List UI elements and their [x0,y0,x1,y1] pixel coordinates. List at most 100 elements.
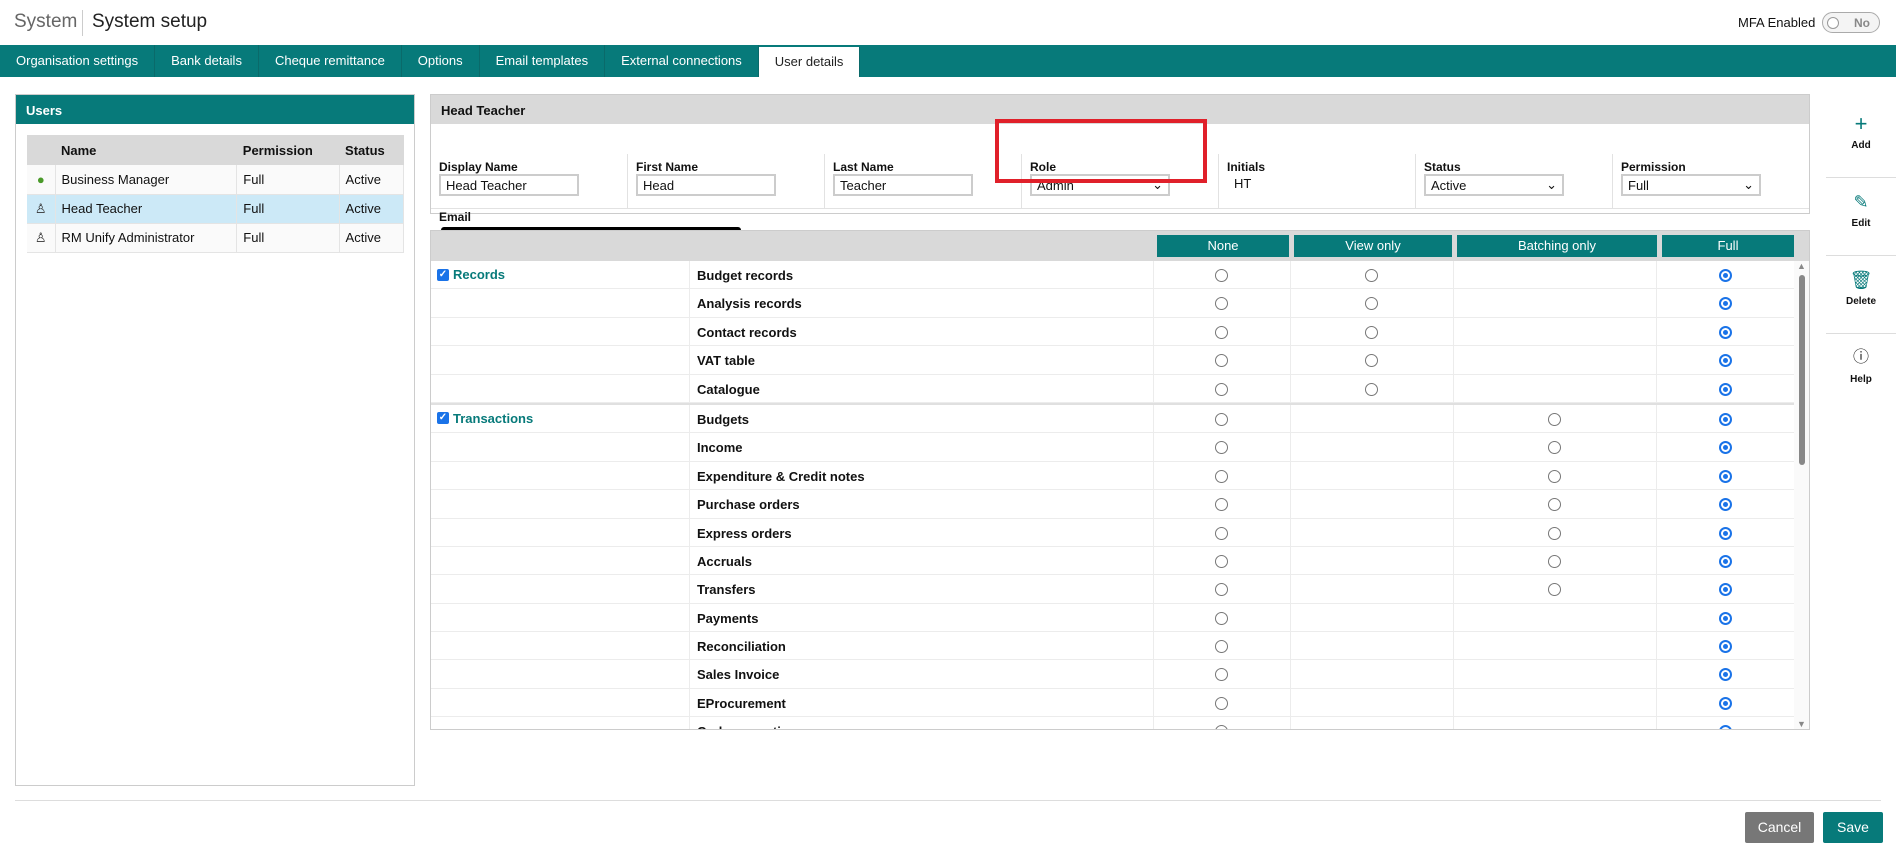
radio-none[interactable] [1214,583,1228,597]
radio-none[interactable] [1214,554,1228,568]
item-cell [689,346,690,374]
radio-batching-only[interactable] [1547,526,1561,540]
tab-options[interactable]: Options [402,45,480,77]
radio-full[interactable] [1719,554,1732,568]
item-cell [689,461,690,490]
user-permission: Full [236,223,340,253]
mfa-toggle[interactable]: No [1822,12,1880,33]
radio-full[interactable] [1719,640,1732,654]
radio-none[interactable] [1214,269,1228,282]
user-row[interactable]: ♙ RM Unify Administrator Full Active [27,223,405,253]
radio-full[interactable] [1719,325,1732,339]
tab-user-details[interactable]: User details [758,47,861,77]
permission-select[interactable]: Full ⌄ [1621,174,1761,196]
add-button[interactable]: + Add [1826,100,1896,178]
radio-none[interactable] [1214,526,1228,540]
last-name-input[interactable]: Teacher [833,174,973,196]
radio-batching-only[interactable] [1547,583,1561,597]
item-cell [689,433,690,461]
status-select[interactable]: Active ⌄ [1424,174,1564,196]
radio-full[interactable] [1719,696,1732,710]
radio-none[interactable] [1214,441,1228,455]
cell-view-only [1290,461,1453,490]
group-transactions[interactable]: ✓ Transactions [437,411,533,426]
toggle-knob [1827,17,1839,29]
tab-bank-details[interactable]: Bank details [155,45,259,77]
scrollbar[interactable]: ▲ ▼ [1794,261,1809,729]
group-records[interactable]: ✓ Records [437,267,505,282]
cell-batching-only [1453,717,1656,729]
item-cell [689,374,690,402]
edit-button[interactable]: ✎ Edit [1826,178,1896,256]
radio-view-only[interactable] [1364,382,1378,396]
permission-row: Payments [431,603,1796,633]
radio-none[interactable] [1214,668,1228,682]
radio-none[interactable] [1214,725,1228,729]
permission-row: Contact records [431,317,1796,347]
cancel-button[interactable]: Cancel [1745,812,1814,843]
tab-external-connections[interactable]: External connections [605,45,759,77]
radio-batching-only[interactable] [1547,469,1561,483]
radio-full[interactable] [1719,469,1732,483]
scroll-down-icon[interactable]: ▼ [1797,719,1806,729]
user-icon-cell: ♙ [27,194,56,224]
tab-email-templates[interactable]: Email templates [480,45,606,77]
radio-view-only[interactable] [1364,269,1378,282]
plus-icon: + [1854,111,1868,136]
tab-organisation-settings[interactable]: Organisation settings [0,45,156,77]
radio-batching-only[interactable] [1547,554,1561,568]
first-name-value: Head [643,177,675,193]
radio-view-only[interactable] [1364,354,1378,368]
column-batching-only[interactable]: Batching only [1457,235,1657,257]
radio-none[interactable] [1214,696,1228,710]
radio-none[interactable] [1214,325,1228,339]
radio-none[interactable] [1214,297,1228,311]
permission-item-label: Payments [697,610,759,626]
user-row[interactable]: ♙ Head Teacher Full Active [27,194,405,224]
cell-view-only [1290,660,1453,688]
breadcrumb-system[interactable]: System [14,11,77,33]
cell-view-only [1290,490,1453,518]
radio-batching-only[interactable] [1547,412,1561,426]
column-header-status[interactable]: Status [339,135,404,165]
column-full[interactable]: Full [1662,235,1794,257]
item-cell [689,575,690,603]
radio-view-only[interactable] [1364,297,1378,311]
first-name-input[interactable]: Head [636,174,776,196]
column-header-permission[interactable]: Permission [236,135,340,165]
column-none[interactable]: None [1157,235,1289,257]
permissions-header: None View only Batching only Full [431,231,1809,261]
checkbox-transactions[interactable]: ✓ [437,412,449,425]
column-view-only[interactable]: View only [1294,235,1452,257]
scrollbar-thumb[interactable] [1799,275,1805,465]
radio-full[interactable] [1719,725,1732,729]
help-button[interactable]: ⓘ Help [1826,334,1896,412]
delete-button[interactable]: 🗑 Delete [1826,256,1896,334]
checkbox-records[interactable]: ✓ [437,268,449,281]
radio-batching-only[interactable] [1547,441,1561,455]
radio-full[interactable] [1719,526,1732,540]
column-header-name[interactable]: Name [55,135,237,165]
scroll-up-icon[interactable]: ▲ [1797,261,1806,271]
save-button[interactable]: Save [1823,812,1883,843]
radio-none[interactable] [1214,611,1228,625]
pencil-icon: ✎ [1853,192,1869,212]
radio-none[interactable] [1214,498,1228,512]
radio-none[interactable] [1214,382,1228,396]
radio-none[interactable] [1214,412,1228,426]
permission-row: Expenditure & Credit notes [431,461,1796,491]
radio-none[interactable] [1214,640,1228,654]
radio-none[interactable] [1214,354,1228,368]
permission-item-label: Accruals [697,553,752,569]
radio-full[interactable] [1719,382,1732,396]
user-row[interactable]: ● Business Manager Full Active [27,165,405,195]
radio-batching-only[interactable] [1547,498,1561,512]
display-name-input[interactable]: Head Teacher [439,174,579,196]
radio-view-only[interactable] [1364,325,1378,339]
radio-full[interactable] [1719,269,1732,282]
radio-none[interactable] [1214,469,1228,483]
radio-full[interactable] [1719,412,1732,426]
radio-full[interactable] [1719,611,1732,625]
cell-view-only [1290,688,1453,717]
tab-cheque-remittance[interactable]: Cheque remittance [259,45,402,77]
